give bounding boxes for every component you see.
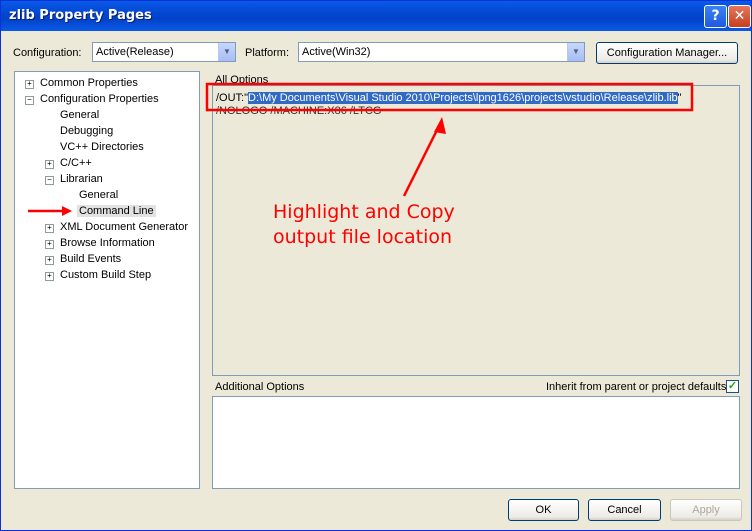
tree-pointer-arrowhead [62,206,72,216]
annotation-overlay [28,82,694,216]
highlight-box [205,82,694,112]
annotation-text-2: output file location [273,226,453,248]
annotation-arrowhead [434,117,446,134]
annotation-text-1: Highlight and Copy [273,201,455,223]
annotation-arrow-line [402,123,442,197]
